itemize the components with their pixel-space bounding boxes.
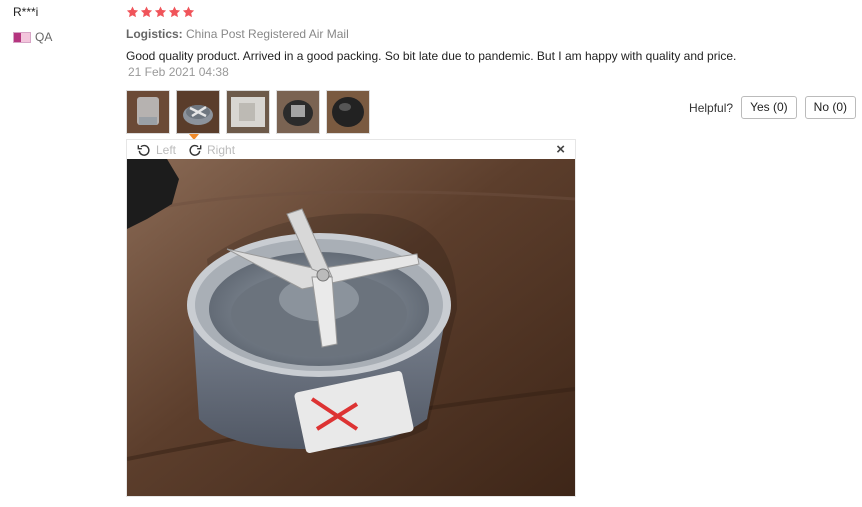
rotate-right-button[interactable]: Right [188, 143, 235, 157]
review-text: Good quality product. Arrived in a good … [126, 49, 737, 63]
qatar-flag-icon [13, 31, 31, 43]
helpful-yes-button[interactable]: Yes (0) [741, 96, 797, 119]
photo-viewer: Left Right × [126, 139, 576, 497]
helpful-label: Helpful? [689, 100, 734, 115]
rotate-left-button[interactable]: Left [137, 143, 176, 157]
helpful-vote: Helpful? Yes (0) No (0) [689, 96, 856, 119]
photo-thumbnail[interactable] [326, 90, 370, 134]
reviewer-name: R***i [13, 5, 39, 19]
star-icon [182, 6, 195, 18]
rotate-right-label: Right [207, 142, 236, 157]
close-viewer-button[interactable]: × [556, 141, 565, 158]
review-photo-blender-blade [127, 159, 575, 496]
helpful-no-button[interactable]: No (0) [804, 96, 856, 119]
star-rating [126, 5, 195, 19]
rotate-left-icon [137, 144, 150, 156]
reviewer-country: QA [13, 30, 52, 44]
viewer-toolbar: Left Right × [127, 140, 575, 159]
photo-thumbnail[interactable] [276, 90, 320, 134]
star-icon [126, 6, 139, 18]
photo-thumbnail-selected[interactable] [176, 90, 220, 134]
photo-thumbnail[interactable] [226, 90, 270, 134]
rotate-left-label: Left [156, 142, 177, 157]
star-icon [168, 6, 181, 18]
logistics-label: Logistics: [126, 27, 183, 41]
logistics-info: Logistics: China Post Registered Air Mai… [126, 27, 349, 41]
logistics-value: China Post Registered Air Mail [186, 27, 349, 41]
star-icon [140, 6, 153, 18]
rotate-right-icon [189, 144, 202, 156]
country-code: QA [35, 30, 53, 44]
star-icon [154, 6, 167, 18]
photo-thumbnail[interactable] [126, 90, 170, 134]
review-date: 21 Feb 2021 04:38 [128, 65, 229, 79]
review-photo-thumbnails [126, 90, 370, 134]
